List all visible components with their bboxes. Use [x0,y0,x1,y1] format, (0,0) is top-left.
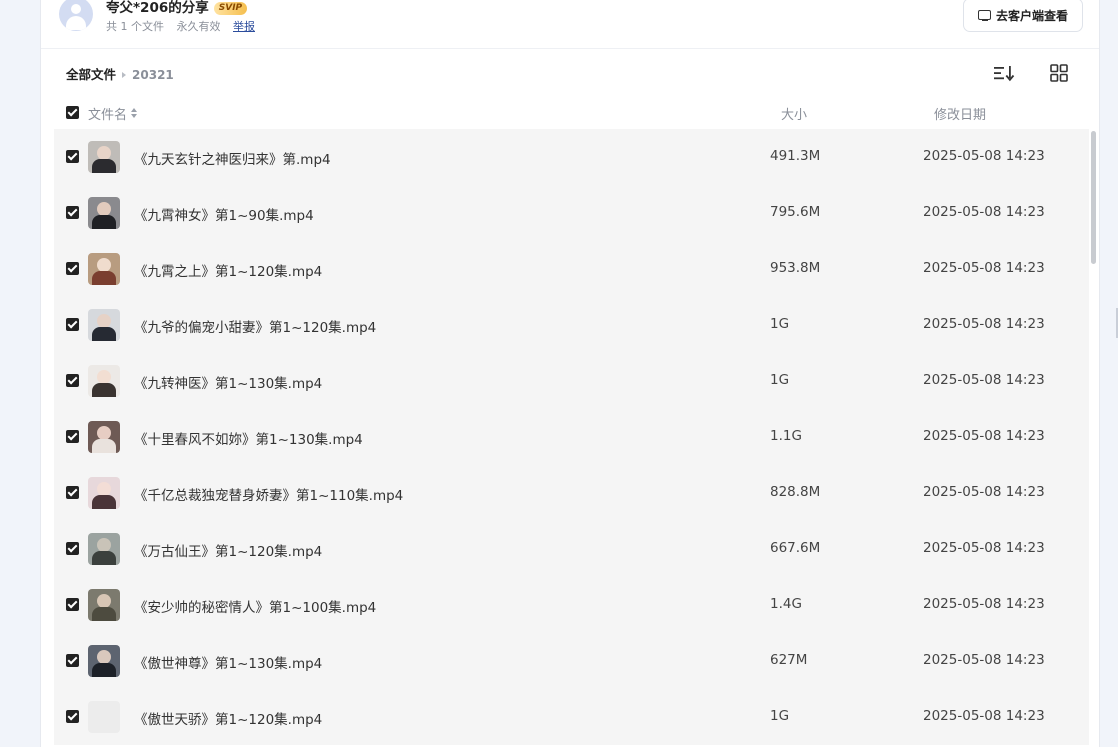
file-name[interactable]: 《九爷的偏宠小甜妻》第1~120集.mp4 [134,316,376,336]
row-checkbox[interactable] [66,486,79,499]
file-name[interactable]: 《安少帅的秘密情人》第1~100集.mp4 [134,596,376,616]
file-row[interactable]: 《九天玄针之神医归来》第.mp4 491.3M 2025-05-08 14:23 [54,129,1089,185]
file-date: 2025-05-08 14:23 [923,316,1045,332]
video-thumbnail [88,141,120,173]
share-meta: 共 1 个文件 永久有效 举报 [106,18,255,34]
file-row[interactable]: 《九霄之上》第1~120集.mp4 953.8M 2025-05-08 14:2… [54,241,1089,297]
report-link[interactable]: 举报 [233,20,255,33]
share-panel: 夸父*206的分享 SVIP 共 1 个文件 永久有效 举报 去客户端查看 全部文… [40,0,1100,747]
file-row[interactable]: 《九霄神女》第1~90集.mp4 795.6M 2025-05-08 14:23 [54,185,1089,241]
file-size: 953.8M [770,260,821,276]
file-name[interactable]: 《九天玄针之神医归来》第.mp4 [134,148,331,168]
row-checkbox[interactable] [66,374,79,387]
file-size: 795.6M [770,204,821,220]
breadcrumb-root[interactable]: 全部文件 [66,67,116,82]
file-size: 667.6M [770,540,821,556]
file-name[interactable]: 《九转神医》第1~130集.mp4 [134,372,322,392]
column-name-label: 文件名 [88,108,128,123]
file-date: 2025-05-08 14:23 [923,484,1045,500]
svip-badge: SVIP [213,2,248,15]
share-owner: 夸父*206的分享 SVIP [106,0,248,16]
file-date: 2025-05-08 14:23 [923,204,1045,220]
open-in-client-label: 去客户端查看 [995,8,1068,23]
file-name[interactable]: 《万古仙王》第1~120集.mp4 [134,540,322,560]
file-row[interactable]: 《十里春风不如妳》第1~130集.mp4 1.1G 2025-05-08 14:… [54,409,1089,465]
video-thumbnail [88,365,120,397]
file-row[interactable]: 《万古仙王》第1~120集.mp4 667.6M 2025-05-08 14:2… [54,521,1089,577]
file-size: 1.1G [770,428,802,444]
sort-toggle-icon[interactable] [131,108,138,118]
file-row[interactable]: 《傲世神尊》第1~130集.mp4 627M 2025-05-08 14:23 [54,633,1089,689]
file-name[interactable]: 《傲世天骄》第1~120集.mp4 [134,708,322,728]
row-checkbox[interactable] [66,318,79,331]
file-date: 2025-05-08 14:23 [923,652,1045,668]
file-name[interactable]: 《千亿总裁独宠替身娇妻》第1~110集.mp4 [134,484,403,504]
video-thumbnail [88,421,120,453]
file-date: 2025-05-08 14:23 [923,148,1045,164]
file-row[interactable]: 《九转神医》第1~130集.mp4 1G 2025-05-08 14:23 [54,353,1089,409]
file-list: 《九天玄针之神医归来》第.mp4 491.3M 2025-05-08 14:23… [54,129,1089,745]
breadcrumb-separator-icon [122,72,127,78]
file-size: 1G [770,316,790,332]
file-row[interactable]: 《傲世天骄》第1~120集.mp4 1G 2025-05-08 14:23 [54,689,1089,745]
sort-icon[interactable] [993,64,1015,82]
file-row[interactable]: 《安少帅的秘密情人》第1~100集.mp4 1.4G 2025-05-08 14… [54,577,1089,633]
file-date: 2025-05-08 14:23 [923,708,1045,724]
file-size: 1G [770,708,790,724]
video-thumbnail [88,533,120,565]
column-header-size: 大小 [781,108,808,123]
file-table-header: 文件名 大小 修改日期 [41,100,1099,128]
list-scrollbar[interactable] [1091,131,1096,264]
column-header-name[interactable]: 文件名 [88,104,138,123]
file-size: 1.4G [770,596,802,612]
file-date: 2025-05-08 14:23 [923,372,1045,388]
video-thumbnail [88,589,120,621]
open-in-client-button[interactable]: 去客户端查看 [963,0,1083,32]
row-checkbox[interactable] [66,150,79,163]
video-thumbnail [88,197,120,229]
row-checkbox[interactable] [66,710,79,723]
file-name[interactable]: 《九霄神女》第1~90集.mp4 [134,204,314,224]
video-thumbnail [88,309,120,341]
file-name[interactable]: 《傲世神尊》第1~130集.mp4 [134,652,322,672]
row-checkbox[interactable] [66,430,79,443]
file-date: 2025-05-08 14:23 [923,260,1045,276]
row-checkbox[interactable] [66,654,79,667]
row-checkbox[interactable] [66,262,79,275]
file-size: 1G [770,372,790,388]
file-date: 2025-05-08 14:23 [923,540,1045,556]
validity: 永久有效 [176,20,221,33]
row-checkbox[interactable] [66,598,79,611]
avatar [59,0,93,31]
file-count: 共 1 个文件 [106,20,164,33]
breadcrumb-current: 20321 [132,68,174,82]
select-all-checkbox[interactable] [66,106,79,119]
file-date: 2025-05-08 14:23 [923,428,1045,444]
owner-name: 夸父*206的分享 [106,0,209,16]
file-size: 491.3M [770,148,821,164]
file-size: 627M [770,652,808,668]
video-thumbnail [88,253,120,285]
file-size: 828.8M [770,484,821,500]
row-checkbox[interactable] [66,542,79,555]
video-thumbnail [88,477,120,509]
column-header-date: 修改日期 [934,108,987,123]
row-checkbox[interactable] [66,206,79,219]
grid-view-icon[interactable] [1050,64,1068,82]
video-thumbnail-placeholder [88,701,120,733]
file-row[interactable]: 《千亿总裁独宠替身娇妻》第1~110集.mp4 828.8M 2025-05-0… [54,465,1089,521]
monitor-icon [977,9,991,21]
share-header: 夸父*206的分享 SVIP 共 1 个文件 永久有效 举报 去客户端查看 [41,0,1099,49]
breadcrumb: 全部文件 20321 [66,64,174,83]
video-thumbnail [88,645,120,677]
file-row[interactable]: 《九爷的偏宠小甜妻》第1~120集.mp4 1G 2025-05-08 14:2… [54,297,1089,353]
file-name[interactable]: 《九霄之上》第1~120集.mp4 [134,260,322,280]
file-date: 2025-05-08 14:23 [923,596,1045,612]
file-name[interactable]: 《十里春风不如妳》第1~130集.mp4 [134,428,363,448]
